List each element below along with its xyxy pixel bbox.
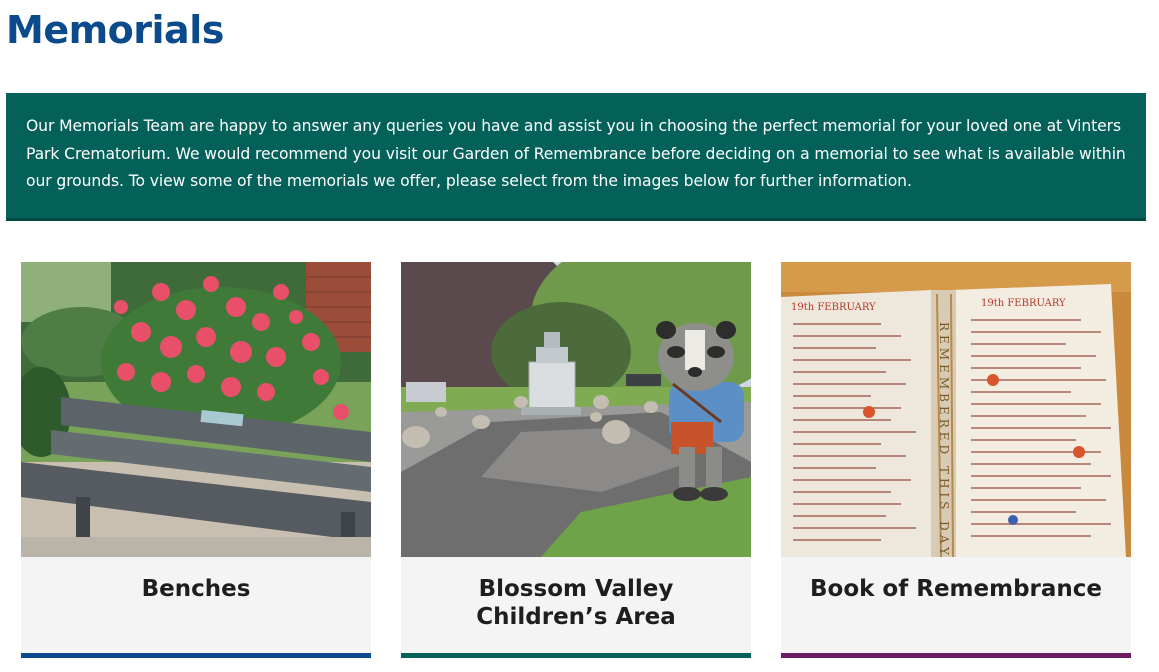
card-label: Book of Remembrance	[809, 576, 1103, 602]
card-blossom-valley[interactable]: Blossom Valley Children’s Area	[401, 262, 751, 658]
right-page-heading: 19th FEBRUARY	[981, 298, 1066, 309]
left-page-heading: 19th FEBRUARY	[791, 302, 876, 313]
card-benches[interactable]: Benches	[21, 262, 371, 658]
card-accent-bar	[21, 653, 371, 658]
card-accent-bar	[401, 653, 751, 658]
card-label: Benches	[141, 576, 251, 602]
blossom-valley-caption: Blossom Valley Children’s Area	[401, 557, 751, 653]
card-label: Blossom Valley Children’s Area	[476, 576, 676, 630]
card-book-of-remembrance[interactable]: 19th FEBRUARY 19th FEBRUARY REMEMBERED T…	[781, 262, 1131, 658]
benches-caption: Benches	[21, 557, 371, 653]
intro-text: Our Memorials Team are happy to answer a…	[26, 117, 1126, 190]
book-of-remembrance-caption: Book of Remembrance	[781, 557, 1131, 653]
book-of-remembrance-image: 19th FEBRUARY 19th FEBRUARY REMEMBERED T…	[781, 262, 1131, 557]
intro-panel: Our Memorials Team are happy to answer a…	[6, 93, 1146, 221]
blossom-valley-image	[401, 262, 751, 557]
card-accent-bar	[781, 653, 1131, 658]
benches-image	[21, 262, 371, 557]
book-spine-text: REMEMBERED THIS DAY	[937, 322, 951, 557]
page-title: Memorials	[6, 8, 224, 52]
